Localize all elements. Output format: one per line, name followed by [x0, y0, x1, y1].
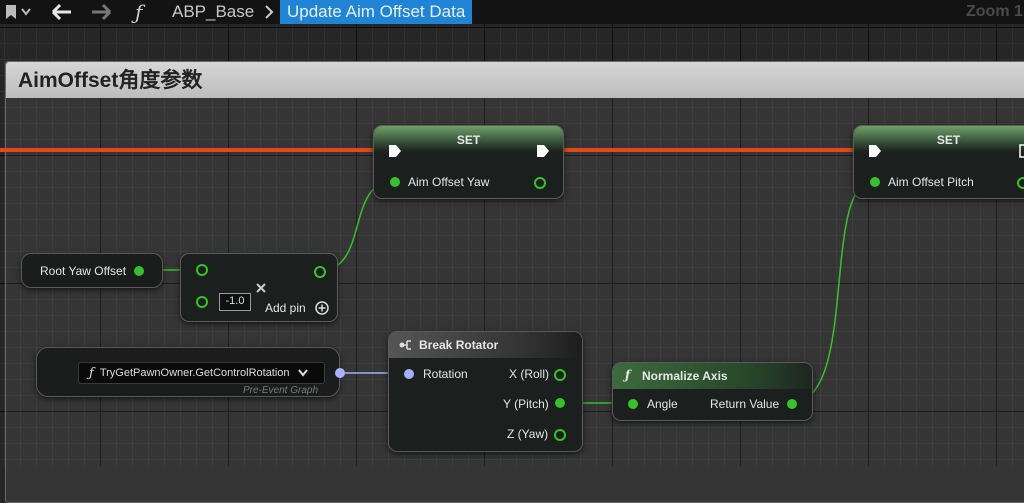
pin-label: Y (Pitch) [503, 397, 549, 411]
pawn-control-rotation-node[interactable]: ƒ TryGetPawnOwner.GetControlRotation Pre… [36, 347, 340, 397]
yaw-out-pin[interactable] [554, 429, 566, 441]
exec-out-pin[interactable] [536, 144, 550, 158]
pin-label: Aim Offset Yaw [408, 175, 490, 189]
variable-label: Root Yaw Offset [40, 264, 127, 278]
exec-out-pin[interactable] [1019, 144, 1024, 158]
source-graph-label: Pre-Event Graph [243, 385, 319, 396]
pin-label: Angle [647, 397, 678, 411]
pawn-rotation-out-pin[interactable] [335, 368, 345, 378]
aim-offset-yaw-in-pin[interactable] [390, 177, 400, 187]
root-yaw-offset-out-pin[interactable] [134, 266, 144, 276]
aim-offset-pitch-in-pin[interactable] [870, 177, 880, 187]
function-dropdown[interactable]: ƒ TryGetPawnOwner.GetControlRotation [78, 362, 325, 384]
aim-offset-pitch-out-pin[interactable] [1017, 177, 1024, 189]
function-icon: ƒ [89, 365, 94, 381]
normalize-axis-node[interactable]: ƒ Normalize Axis Angle Return Value [612, 362, 813, 421]
aim-offset-yaw-out-pin[interactable] [534, 177, 546, 189]
function-name: TryGetPawnOwner.GetControlRotation [99, 367, 290, 379]
rotation-in-pin[interactable] [404, 369, 414, 379]
pin-label: Rotation [423, 367, 468, 381]
return-value-out-pin[interactable] [787, 399, 797, 409]
multiply-in-b-pin[interactable] [196, 296, 208, 308]
set-aim-offset-pitch-node[interactable]: SET Aim Offset Pitch [853, 125, 1024, 199]
multiply-in-a-pin[interactable] [196, 264, 208, 276]
angle-in-pin[interactable] [628, 399, 638, 409]
break-rotator-node[interactable]: Break Rotator Rotation X (Roll) Y (Pitch… [388, 331, 583, 452]
multiply-value-input[interactable]: -1.0 [219, 293, 251, 311]
set-aim-offset-yaw-node[interactable]: SET Aim Offset Yaw [373, 125, 564, 199]
multiply-icon [256, 283, 266, 293]
node-title: SET [456, 133, 481, 147]
pin-label: Return Value [710, 397, 780, 411]
pin-label: Z (Yaw) [507, 427, 549, 441]
roll-out-pin[interactable] [554, 369, 566, 381]
multiply-out-pin[interactable] [314, 266, 326, 278]
pitch-out-pin[interactable] [555, 398, 565, 408]
function-icon: ƒ [625, 368, 631, 382]
break-struct-icon [399, 340, 411, 350]
exec-in-pin[interactable] [868, 144, 882, 158]
node-title: Normalize Axis [642, 369, 728, 383]
root-yaw-offset-node[interactable]: Root Yaw Offset [21, 253, 163, 288]
pin-label: X (Roll) [509, 367, 550, 381]
add-pin-label[interactable]: Add pin [265, 301, 306, 315]
exec-in-pin[interactable] [388, 144, 402, 158]
add-pin-icon[interactable] [315, 301, 329, 315]
chevron-down-icon [297, 369, 308, 377]
pin-label: Aim Offset Pitch [888, 175, 974, 189]
multiply-node[interactable]: -1.0 Add pin [180, 253, 338, 322]
node-title: Break Rotator [419, 338, 499, 352]
